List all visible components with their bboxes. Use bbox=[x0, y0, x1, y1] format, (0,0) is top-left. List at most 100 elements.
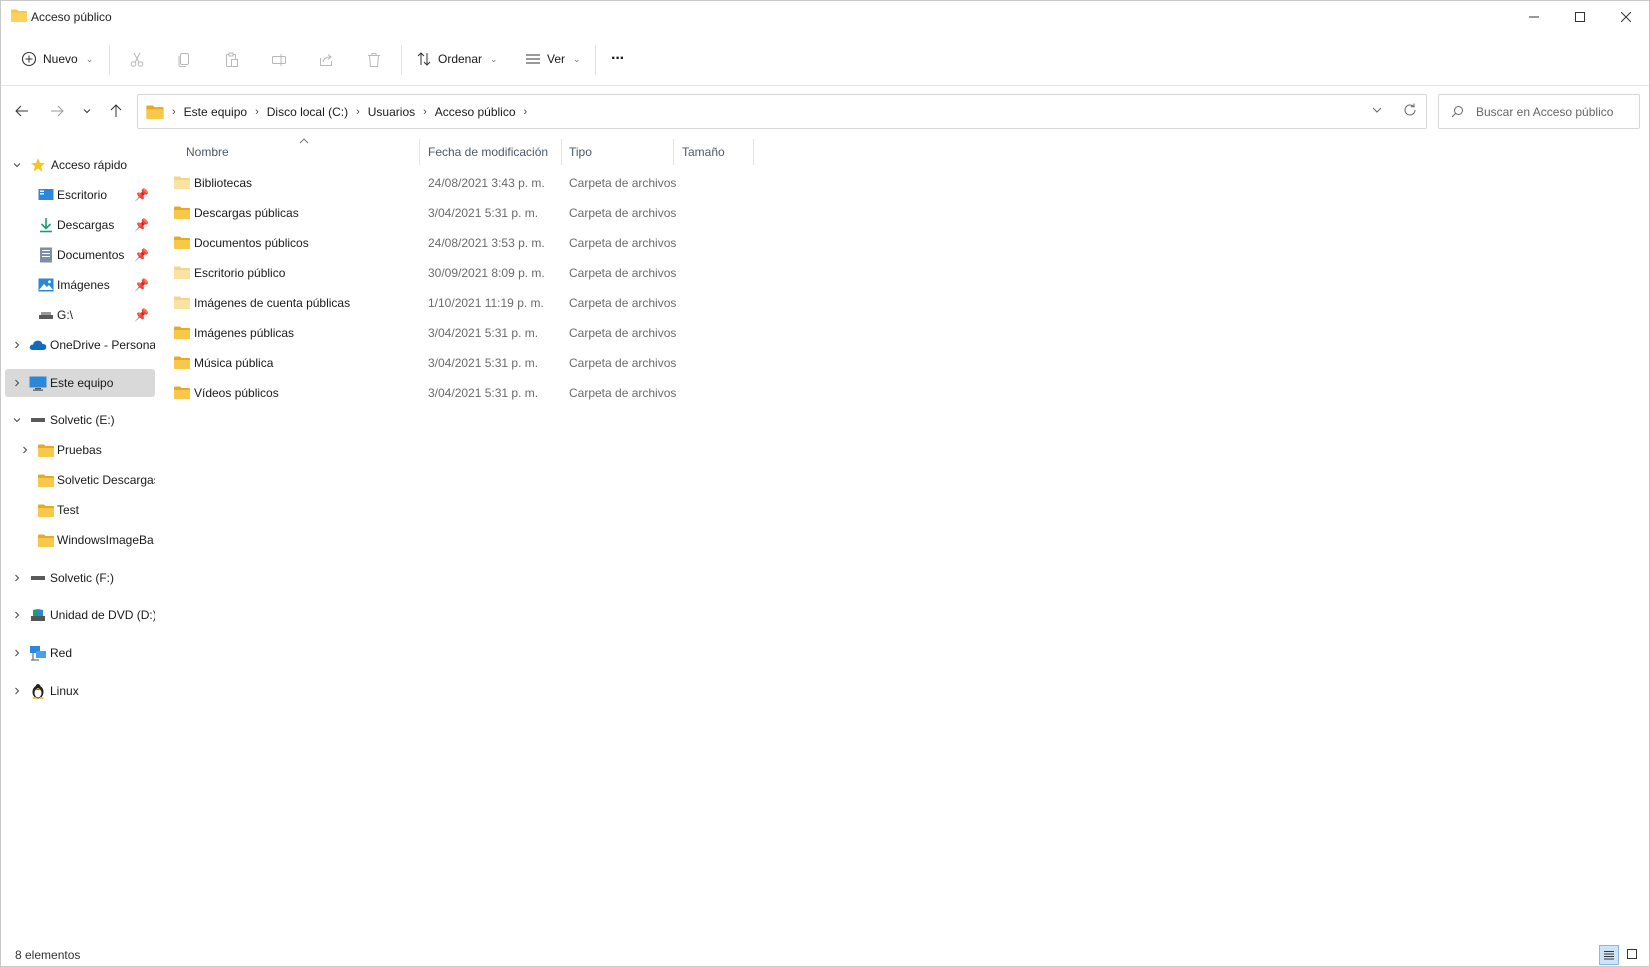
chevron-right-icon[interactable] bbox=[11, 648, 23, 658]
folder-icon bbox=[174, 326, 190, 339]
sidebar-item-documents[interactable]: Documentos 📌 bbox=[5, 241, 155, 269]
desktop-icon bbox=[37, 187, 55, 203]
folder-icon bbox=[146, 105, 164, 119]
sidebar-item-this-pc[interactable]: Este equipo bbox=[5, 369, 155, 397]
breadcrumb-item[interactable]: Usuarios bbox=[368, 105, 415, 119]
breadcrumb-separator-icon[interactable]: › bbox=[423, 106, 427, 118]
address-bar[interactable]: › Este equipo › Disco local (C:) › Usuar… bbox=[137, 94, 1427, 129]
large-icons-view-button[interactable] bbox=[1623, 945, 1641, 963]
view-toggle bbox=[1599, 945, 1641, 965]
file-row[interactable]: Descargas públicas 3/04/2021 5:31 p. m. … bbox=[171, 198, 791, 228]
sidebar-item-onedrive[interactable]: OneDrive - Personal bbox=[5, 331, 155, 359]
forward-button[interactable] bbox=[46, 99, 68, 123]
column-divider[interactable] bbox=[561, 139, 562, 165]
file-row[interactable]: Bibliotecas 24/08/2021 3:43 p. m. Carpet… bbox=[171, 168, 791, 198]
details-view-button[interactable] bbox=[1599, 945, 1619, 965]
copy-button[interactable] bbox=[171, 47, 197, 73]
sidebar-item-solvetic-e[interactable]: Solvetic (E:) bbox=[5, 406, 155, 434]
sidebar-item-downloads[interactable]: Descargas 📌 bbox=[5, 211, 155, 239]
sidebar-item-quick-access[interactable]: Acceso rápido bbox=[5, 151, 155, 179]
paste-icon bbox=[226, 52, 238, 67]
sidebar-item-label: Descargas bbox=[57, 218, 115, 232]
search-icon bbox=[1451, 106, 1463, 118]
divider bbox=[595, 45, 596, 75]
share-button[interactable] bbox=[313, 47, 339, 73]
column-divider[interactable] bbox=[419, 139, 420, 165]
sidebar-item-label: Test bbox=[57, 503, 80, 517]
sidebar-item-g-drive[interactable]: G:\ 📌 bbox=[5, 301, 155, 329]
breadcrumb-item[interactable]: Este equipo bbox=[184, 105, 247, 119]
sort-button[interactable]: Ordenar ⌄ bbox=[416, 39, 498, 79]
sidebar-item-linux[interactable]: Linux bbox=[5, 677, 155, 705]
file-row[interactable]: Música pública 3/04/2021 5:31 p. m. Carp… bbox=[171, 348, 791, 378]
column-header-name[interactable]: Nombre bbox=[186, 139, 416, 165]
file-name: Vídeos públicos bbox=[194, 386, 279, 400]
sidebar-item-test[interactable]: Test bbox=[5, 496, 155, 524]
breadcrumb-separator-icon[interactable]: › bbox=[356, 106, 360, 118]
cut-button[interactable] bbox=[124, 47, 150, 73]
chevron-right-icon[interactable] bbox=[11, 610, 23, 620]
sidebar-item-dvd[interactable]: Unidad de DVD (D:) bbox=[5, 601, 155, 629]
back-button[interactable] bbox=[11, 99, 33, 123]
file-row[interactable]: Imágenes públicas 3/04/2021 5:31 p. m. C… bbox=[171, 318, 791, 348]
file-row[interactable]: Escritorio público 30/09/2021 8:09 p. m.… bbox=[171, 258, 791, 288]
sidebar-item-pictures[interactable]: Imágenes 📌 bbox=[5, 271, 155, 299]
file-row[interactable]: Documentos públicos 24/08/2021 3:53 p. m… bbox=[171, 228, 791, 258]
sidebar-item-windowsimagebackup[interactable]: WindowsImageBa bbox=[5, 526, 155, 554]
chevron-right-icon[interactable] bbox=[19, 445, 31, 455]
column-divider[interactable] bbox=[753, 139, 754, 165]
close-button[interactable] bbox=[1603, 1, 1649, 33]
file-row[interactable]: Imágenes de cuenta públicas 1/10/2021 11… bbox=[171, 288, 791, 318]
address-history-dropdown[interactable] bbox=[1370, 103, 1384, 120]
chevron-down-icon[interactable] bbox=[11, 160, 23, 170]
paste-button[interactable] bbox=[219, 47, 245, 73]
file-name: Música pública bbox=[194, 356, 274, 370]
view-button[interactable]: Ver ⌄ bbox=[525, 39, 581, 79]
breadcrumb-separator-icon[interactable]: › bbox=[524, 106, 528, 118]
column-header-size[interactable]: Tamaño bbox=[682, 139, 752, 165]
chevron-right-icon[interactable] bbox=[11, 686, 23, 696]
file-row[interactable]: Vídeos públicos 3/04/2021 5:31 p. m. Car… bbox=[171, 378, 791, 408]
more-options-button[interactable]: ··· bbox=[611, 39, 625, 79]
sidebar-item-solvetic-f[interactable]: Solvetic (F:) bbox=[5, 564, 155, 592]
chevron-right-icon[interactable] bbox=[11, 573, 23, 583]
large-icons-view-icon bbox=[1627, 949, 1637, 959]
breadcrumb-item[interactable]: Acceso público bbox=[435, 105, 516, 119]
sidebar-item-solvetic-descargas[interactable]: Solvetic Descargas bbox=[5, 466, 155, 494]
file-date: 24/08/2021 3:53 p. m. bbox=[428, 236, 545, 250]
folder-icon bbox=[37, 472, 55, 488]
column-header-date[interactable]: Fecha de modificación bbox=[428, 139, 558, 165]
search-input[interactable] bbox=[1474, 103, 1628, 120]
minimize-button[interactable] bbox=[1511, 1, 1557, 33]
up-button[interactable] bbox=[105, 99, 127, 123]
maximize-icon bbox=[1575, 12, 1585, 22]
delete-button[interactable] bbox=[361, 47, 387, 73]
navigation-pane: Acceso rápido Escritorio 📌 Descargas 📌 D… bbox=[1, 141, 159, 931]
sidebar-item-network[interactable]: Red bbox=[5, 639, 155, 667]
breadcrumb-item[interactable]: Disco local (C:) bbox=[267, 105, 348, 119]
sidebar-item-label: WindowsImageBa bbox=[57, 533, 154, 547]
column-header-type[interactable]: Tipo bbox=[569, 139, 669, 165]
divider bbox=[109, 45, 110, 75]
chevron-down-icon bbox=[83, 109, 91, 114]
breadcrumb-separator-icon[interactable]: › bbox=[255, 106, 259, 118]
file-date: 3/04/2021 5:31 p. m. bbox=[428, 356, 539, 370]
sidebar-item-desktop[interactable]: Escritorio 📌 bbox=[5, 181, 155, 209]
new-button[interactable]: Nuevo ⌄ bbox=[21, 39, 93, 79]
view-list-icon bbox=[526, 54, 540, 64]
more-icon: ··· bbox=[611, 50, 625, 67]
chevron-down-icon[interactable] bbox=[11, 415, 23, 425]
breadcrumb-separator-icon[interactable]: › bbox=[172, 106, 176, 118]
divider bbox=[401, 45, 402, 75]
search-box[interactable] bbox=[1438, 94, 1640, 129]
recent-locations-button[interactable] bbox=[76, 99, 98, 123]
maximize-button[interactable] bbox=[1557, 1, 1603, 33]
sidebar-item-pruebas[interactable]: Pruebas bbox=[5, 436, 155, 464]
column-divider[interactable] bbox=[673, 139, 674, 165]
refresh-button[interactable] bbox=[1402, 102, 1418, 121]
rename-button[interactable] bbox=[266, 47, 292, 73]
chevron-right-icon[interactable] bbox=[11, 340, 23, 350]
file-date: 3/04/2021 5:31 p. m. bbox=[428, 326, 539, 340]
file-name: Escritorio público bbox=[194, 266, 286, 280]
chevron-right-icon[interactable] bbox=[11, 378, 23, 388]
